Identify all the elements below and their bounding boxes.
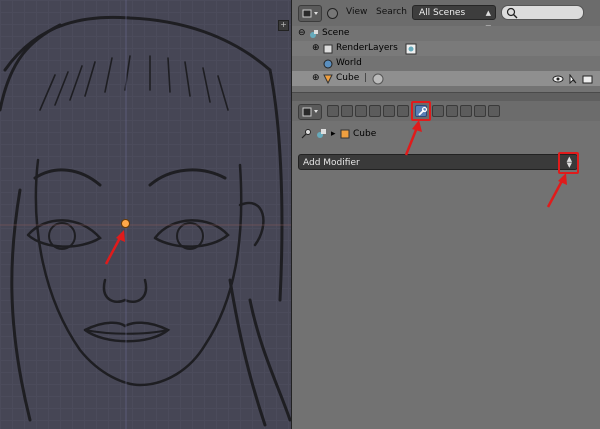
expand-icon[interactable]: ⊕ (312, 71, 320, 86)
viewport-expand-icon[interactable]: + (278, 20, 289, 31)
pin-icon[interactable] (300, 128, 312, 140)
magnifier-icon (506, 7, 518, 19)
particles-tab-icon[interactable] (474, 105, 486, 117)
editor-type-button[interactable] (298, 5, 322, 22)
modifiers-tab-highlight (411, 101, 431, 121)
red-arrow-add-modifier (546, 173, 567, 208)
face-sketch (0, 0, 291, 429)
red-arrow-origin (104, 230, 125, 265)
camera-render-icon[interactable] (582, 74, 594, 84)
breadcrumb-separator-icon: ▸ (331, 129, 336, 139)
mesh-icon (323, 74, 333, 84)
scene-tab-icon[interactable] (355, 105, 367, 117)
outliner-tree: ⊖ Scene ⊕ RenderLayers World ⊕ Cube | (292, 26, 600, 92)
3d-viewport[interactable]: + (0, 0, 292, 429)
search-menu[interactable]: Search (376, 7, 407, 17)
cursor-select-icon[interactable] (568, 74, 578, 84)
scene-filter-label: All Scenes (419, 8, 466, 18)
data-tab-icon[interactable] (432, 105, 444, 117)
separator: | (364, 73, 368, 83)
outliner-label-cube: Cube (336, 73, 360, 83)
add-modifier-label: Add Modifier (303, 158, 360, 168)
red-arrow-modifier-tab (404, 120, 422, 156)
object-tab-icon[interactable] (383, 105, 395, 117)
eye-icon[interactable] (552, 74, 564, 84)
outliner-row-cube[interactable]: ⊕ Cube | (292, 71, 600, 86)
render-tab-icon[interactable] (327, 105, 339, 117)
expand-icon[interactable]: ⊕ (312, 41, 320, 56)
scene-icon (310, 30, 318, 38)
scene-filter-select[interactable]: All Scenes ▲▼ (412, 5, 496, 32)
editor-type-button[interactable] (298, 104, 322, 120)
view-menu[interactable]: View (346, 7, 367, 17)
texture-tab-icon[interactable] (460, 105, 472, 117)
world-tab-icon[interactable] (369, 105, 381, 117)
display-mode-icon[interactable] (327, 8, 338, 19)
outliner-label-world: World (336, 58, 362, 68)
breadcrumb-object-label: Cube (353, 129, 377, 139)
scene-context-icon (317, 129, 326, 138)
collapse-icon[interactable]: ⊖ (298, 26, 306, 41)
outliner-row-world[interactable]: World (292, 56, 600, 71)
render-layers-tab-icon[interactable] (341, 105, 353, 117)
object-origin-icon[interactable] (121, 219, 130, 228)
constraints-tab-icon[interactable] (397, 105, 409, 117)
renderlayers-icon (323, 44, 333, 54)
outliner-label-scene: Scene (322, 28, 350, 38)
material-tab-icon[interactable] (446, 105, 458, 117)
properties-editor: ▸ Cube Add Modifier ▲ ▼ (292, 101, 600, 429)
world-icon (323, 59, 333, 69)
right-panels: View Search All Scenes ▲▼ ⊖ Scene ⊕ Rend… (292, 0, 600, 429)
outliner-header: View Search All Scenes ▲▼ (292, 0, 600, 32)
outliner-row-renderlayers[interactable]: ⊕ RenderLayers (292, 41, 600, 56)
outliner-label-renderlayers: RenderLayers (336, 43, 398, 53)
mesh-data-icon[interactable] (372, 73, 384, 85)
layers-toggle-icon[interactable] (405, 43, 417, 55)
physics-tab-icon[interactable] (488, 105, 500, 117)
outliner-row-scene[interactable]: ⊖ Scene (292, 26, 600, 41)
properties-context-bar (292, 101, 600, 121)
search-input[interactable] (501, 5, 584, 20)
object-cube-icon (340, 129, 350, 139)
